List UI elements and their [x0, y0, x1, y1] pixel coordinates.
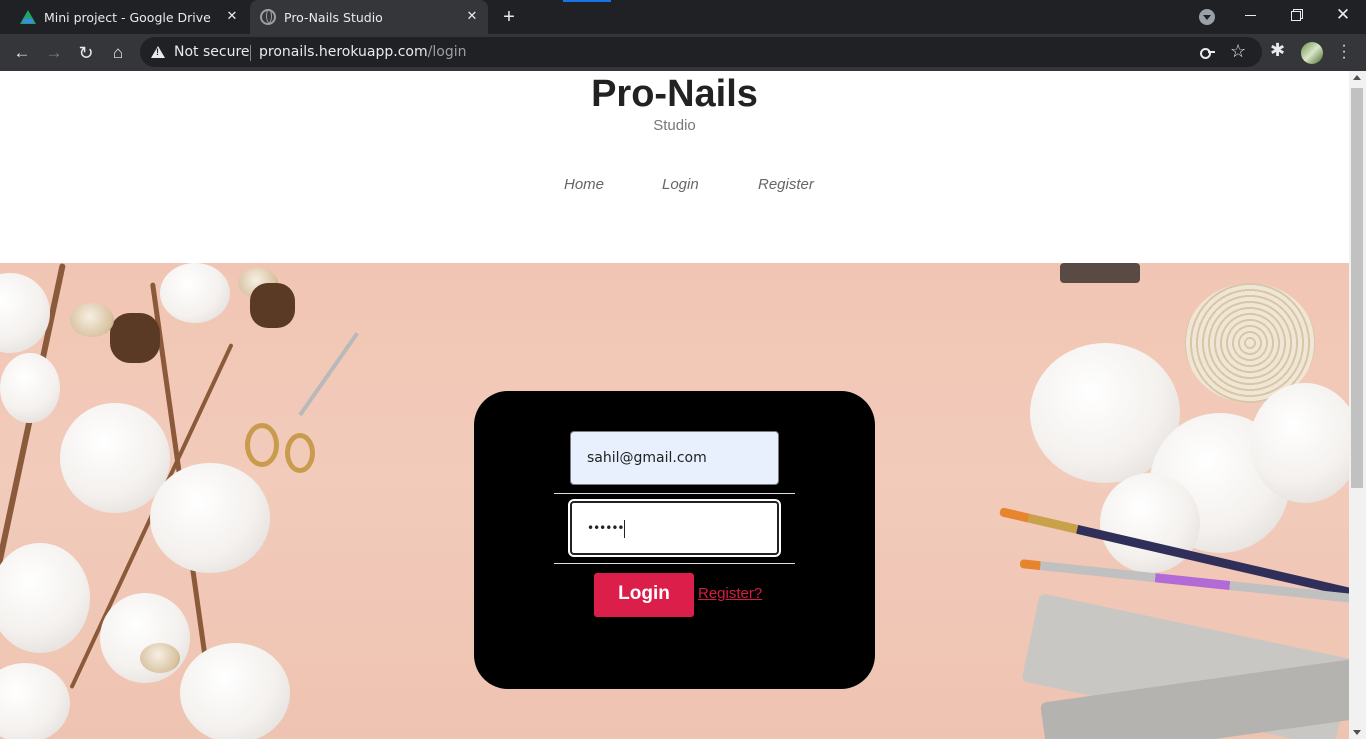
nav-home[interactable]: Home	[564, 176, 604, 193]
key-icon[interactable]	[1200, 46, 1215, 59]
reload-icon[interactable]: ↻	[74, 41, 98, 65]
url-path: /login	[427, 44, 467, 60]
scroll-down-icon[interactable]	[1353, 730, 1361, 735]
tab-title: Pro-Nails Studio	[284, 9, 383, 25]
cotton-pod	[140, 643, 180, 673]
new-tab-button[interactable]: +	[500, 7, 518, 27]
nav-register[interactable]: Register	[758, 176, 814, 193]
scissors-blade	[298, 331, 359, 417]
kebab-menu-icon[interactable]: · · ·	[1336, 38, 1352, 66]
security-label[interactable]: Not secure	[174, 44, 250, 60]
email-field[interactable]: sahil@gmail.com	[570, 431, 779, 485]
scissors-handle	[285, 433, 315, 473]
password-field[interactable]: ••••••	[568, 499, 781, 557]
globe-icon	[260, 9, 276, 25]
restore-button[interactable]	[1274, 0, 1320, 32]
close-icon[interactable]: ✕	[464, 9, 480, 25]
scrollbar-thumb[interactable]	[1351, 88, 1363, 488]
cotton-ball	[160, 263, 230, 323]
nav-login[interactable]: Login	[662, 176, 699, 193]
cotton-ball	[180, 643, 290, 739]
tab-indicator	[563, 0, 611, 2]
star-icon[interactable]: ☆	[1230, 41, 1246, 62]
scrollbar[interactable]	[1349, 71, 1366, 739]
login-button[interactable]: Login	[594, 573, 694, 617]
cotton-ball	[100, 593, 190, 683]
cotton-ball	[0, 543, 90, 653]
google-drive-icon	[20, 9, 36, 25]
cotton-ball	[150, 463, 270, 573]
page-viewport: Pro-Nails Studio Home Login Register sah…	[0, 71, 1349, 739]
scroll-up-icon[interactable]	[1353, 75, 1361, 80]
cotton-ball	[1250, 383, 1349, 503]
hero-background: sahil@gmail.com •••••• Login Register?	[0, 263, 1349, 739]
site-title: Pro-Nails	[591, 73, 758, 115]
divider	[554, 563, 795, 564]
cotton-ball	[0, 663, 70, 739]
address-bar[interactable]: Not secure pronails.herokuapp.com/login …	[140, 37, 1262, 67]
forward-arrow-icon[interactable]: →	[42, 41, 66, 65]
password-mask: ••••••	[587, 521, 624, 535]
close-icon[interactable]: ✕	[224, 9, 240, 25]
warning-icon[interactable]	[151, 46, 165, 58]
nail-polish-bottle	[1060, 263, 1140, 283]
minimize-button[interactable]	[1228, 0, 1274, 32]
back-arrow-icon[interactable]: ←	[10, 41, 34, 65]
avatar[interactable]	[1301, 42, 1323, 64]
url-host: pronails.herokuapp.com	[259, 44, 428, 60]
browser-tab-bar: Mini project - Google Drive ✕ Pro-Nails …	[0, 0, 1366, 34]
divider	[554, 493, 795, 494]
register-link[interactable]: Register?	[698, 585, 762, 602]
home-icon[interactable]: ⌂	[106, 41, 130, 65]
cotton-ball	[0, 353, 60, 423]
tab-title: Mini project - Google Drive	[44, 9, 211, 25]
site-subtitle: Studio	[653, 117, 696, 134]
tab-search-icon[interactable]	[1199, 9, 1215, 25]
cotton-pod	[110, 313, 160, 363]
extensions-icon[interactable]: ✱	[1270, 40, 1285, 61]
scissors-handle	[245, 423, 279, 467]
tab-pro-nails[interactable]: Pro-Nails Studio ✕	[250, 0, 488, 34]
tab-google-drive[interactable]: Mini project - Google Drive ✕	[0, 0, 248, 34]
url-text[interactable]: pronails.herokuapp.com/login	[259, 44, 466, 60]
window-close-button[interactable]: ✕	[1320, 0, 1366, 32]
divider	[250, 45, 251, 61]
browser-toolbar: ← → ↻ ⌂ Not secure pronails.herokuapp.co…	[0, 34, 1366, 71]
text-caret	[624, 519, 626, 538]
cotton-pod	[250, 283, 295, 328]
login-card: sahil@gmail.com •••••• Login Register?	[474, 391, 875, 689]
cotton-pod	[70, 303, 114, 337]
